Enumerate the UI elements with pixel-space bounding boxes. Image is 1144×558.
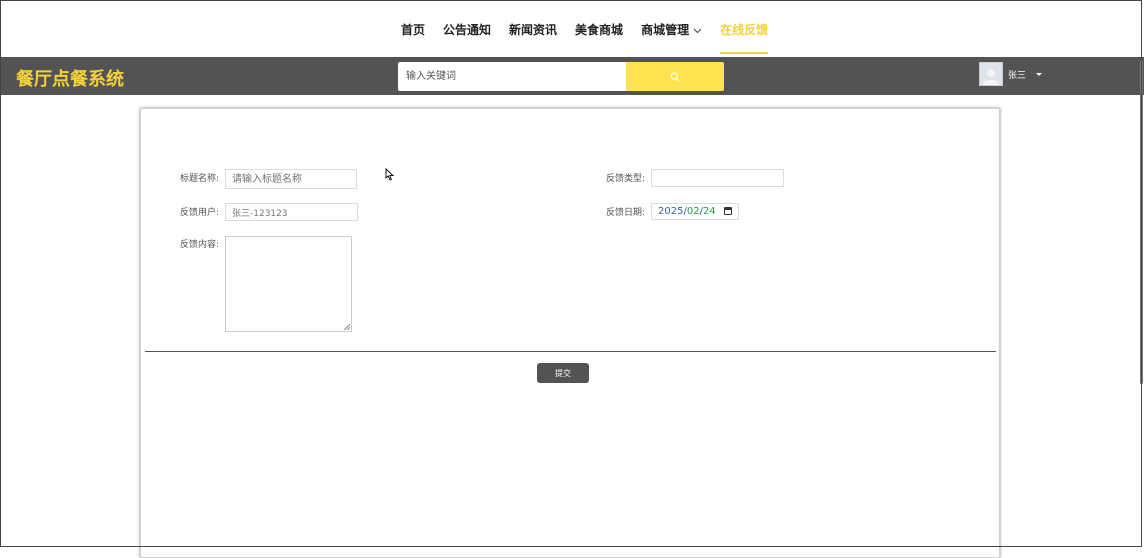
- search-input[interactable]: [398, 62, 626, 91]
- nav-item-label: 在线反馈: [720, 23, 769, 37]
- nav-item-label: 新闻资讯: [509, 23, 558, 37]
- nav-item-label: 美食商城: [575, 23, 624, 37]
- content-label: 反馈内容:: [180, 240, 220, 250]
- user-menu[interactable]: 张三: [979, 61, 1043, 87]
- resize-handle-icon[interactable]: [344, 324, 350, 330]
- site-logo[interactable]: 餐厅点餐系统: [16, 65, 124, 91]
- type-label: 反馈类型:: [606, 174, 646, 184]
- nav-item-label: 公告通知: [443, 23, 492, 37]
- form-divider: [145, 351, 996, 352]
- user-label: 反馈用户:: [180, 208, 220, 218]
- nav-item-label: 商城管理: [641, 23, 690, 37]
- nav-item-news[interactable]: 新闻资讯: [509, 0, 557, 57]
- type-select[interactable]: [651, 169, 784, 187]
- date-day: 24: [702, 206, 716, 217]
- scrollbar-thumb[interactable]: [1140, 60, 1143, 384]
- caret-down-icon: [1036, 72, 1043, 76]
- date-input[interactable]: 2025/02/24: [651, 203, 739, 220]
- search-button[interactable]: [626, 62, 724, 91]
- chevron-down-icon: [693, 0, 702, 60]
- nav-item-food-mall[interactable]: 美食商城: [575, 0, 623, 57]
- nav-item-notices[interactable]: 公告通知: [443, 0, 491, 57]
- user-avatar-icon: [979, 62, 1003, 86]
- nav-items: 首页 公告通知 新闻资讯 美食商城 商城管理 在线反馈: [401, 0, 786, 57]
- content-textarea[interactable]: [225, 236, 352, 332]
- header-bar: 餐厅点餐系统 张三: [0, 57, 1144, 95]
- feedback-form-panel: 标题名称: 反馈类型: 反馈用户: 张三-123123 反馈日期: 2025/0…: [140, 108, 1000, 558]
- nav-item-online-feedback[interactable]: 在线反馈: [720, 0, 769, 57]
- user-field[interactable]: 张三-123123: [225, 203, 358, 221]
- nav-item-label: 首页: [401, 23, 426, 37]
- date-label: 反馈日期:: [606, 208, 646, 218]
- date-year: 2025: [658, 206, 684, 217]
- title-input[interactable]: [225, 169, 357, 189]
- top-navigation: 首页 公告通知 新闻资讯 美食商城 商城管理 在线反馈: [0, 0, 1144, 57]
- mouse-cursor-icon: [385, 166, 395, 185]
- submit-button[interactable]: 提交: [537, 363, 589, 383]
- title-label: 标题名称:: [180, 174, 220, 184]
- username: 张三: [1008, 70, 1027, 81]
- nav-item-home[interactable]: 首页: [401, 0, 425, 57]
- nav-item-mall-management[interactable]: 商城管理: [641, 0, 702, 57]
- search-icon: [670, 67, 680, 86]
- date-month: 02: [686, 206, 700, 217]
- search-bar: [398, 62, 724, 91]
- calendar-icon[interactable]: [724, 207, 732, 215]
